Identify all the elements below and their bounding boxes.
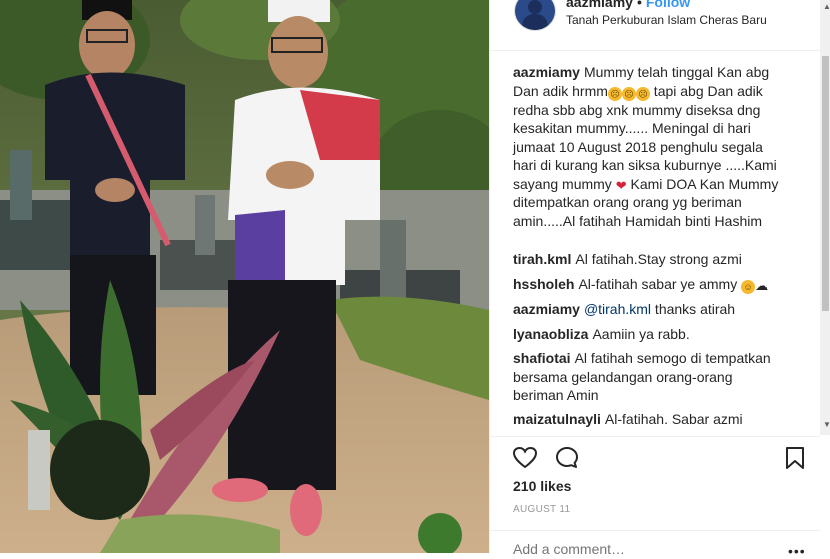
scroll-up-arrow-icon[interactable]: ▲	[823, 2, 830, 11]
comment-item: hssholeh Al-fatihah sabar ye ammy ☺ ☁	[513, 275, 783, 294]
avatar-head	[528, 0, 542, 14]
comment-username[interactable]: tirah.kml	[513, 251, 571, 267]
comment-item: shafiotai Al fatihah semogo di tempatkan …	[513, 349, 783, 405]
comment-mention[interactable]: @tirah.kml	[584, 301, 651, 317]
comment-username[interactable]: lyanaobliza	[513, 326, 588, 342]
grinning-face-emoji-icon: ☺	[741, 280, 756, 294]
scroll-down-arrow-icon[interactable]: ▼	[823, 420, 830, 429]
header-user-line: aazmiamy • Follow	[566, 0, 690, 10]
comment-text: thanks atirah	[651, 301, 736, 317]
comment-username[interactable]: shafiotai	[513, 350, 571, 366]
comment-text: Aamiin ya rabb.	[592, 326, 690, 342]
post-header: aazmiamy • Follow Tanah Perkuburan Islam C…	[490, 0, 820, 51]
avatar-body	[522, 14, 548, 30]
likes-count[interactable]: 210 likes	[513, 478, 571, 494]
comment-username[interactable]: hssholeh	[513, 276, 574, 292]
comment-bubble-icon[interactable]	[554, 445, 580, 471]
comment-item: aazmiamy @tirah.kml thanks atirah	[513, 300, 783, 319]
caption: aazmiamy Mummy telah tinggal Kan abg Dan …	[513, 63, 783, 230]
comment-item: maizatulnayli Al-fatihah. Sabar azmi	[513, 410, 783, 429]
avatar[interactable]	[514, 0, 556, 31]
sobbing-face-emoji-icon: ☹	[635, 86, 650, 101]
add-comment-bar: •••	[490, 530, 820, 559]
comment-text: Al fatihah.Stay strong azmi	[575, 251, 742, 267]
heart-emoji-icon: ❤	[615, 177, 627, 193]
bookmark-icon[interactable]	[782, 445, 808, 471]
comment-item: tirah.kml Al fatihah.Stay strong azmi	[513, 250, 783, 269]
ghost-emoji-icon: ☁	[755, 278, 769, 293]
comment-text: Al-fatihah sabar ye ammy	[578, 276, 738, 292]
post-photo[interactable]	[0, 0, 489, 553]
post-side-panel: aazmiamy • Follow Tanah Perkuburan Islam C…	[489, 0, 830, 559]
disappointed-face-emoji-icon: ☹	[607, 86, 622, 101]
header-username[interactable]: aazmiamy	[566, 0, 633, 10]
caption-username[interactable]: aazmiamy	[513, 64, 580, 80]
comment-text: Al-fatihah. Sabar azmi	[604, 411, 743, 427]
comment-item: lyanaobliza Aamiin ya rabb.	[513, 325, 783, 344]
comment-username[interactable]: maizatulnayli	[513, 411, 601, 427]
header-separator: •	[636, 0, 642, 10]
scrollbar-thumb[interactable]	[822, 56, 829, 311]
heart-outline-icon[interactable]	[512, 445, 538, 471]
follow-button[interactable]: Follow	[646, 0, 690, 10]
location-link[interactable]: Tanah Perkuburan Islam Cheras Baru	[566, 13, 767, 27]
add-comment-input[interactable]	[513, 541, 773, 557]
crying-face-emoji-icon: ☹	[621, 86, 636, 101]
action-bar	[490, 436, 820, 477]
ellipsis-icon[interactable]: •••	[788, 543, 806, 559]
comments-list[interactable]: aazmiamy Mummy telah tinggal Kan abg Dan …	[490, 51, 820, 435]
post-date[interactable]: AUGUST 11	[513, 504, 570, 515]
grave-prayer-photo	[0, 0, 489, 553]
comment-username[interactable]: aazmiamy	[513, 301, 580, 317]
